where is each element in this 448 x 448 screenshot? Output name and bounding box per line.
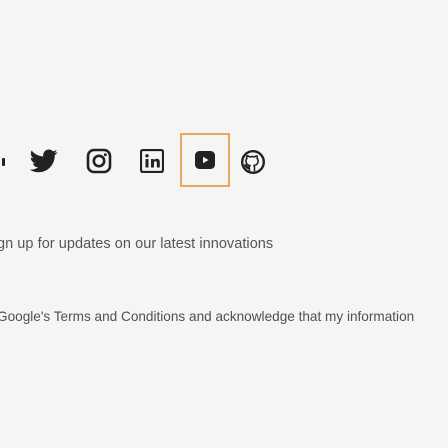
newsletter-signup-text: gn up for updates on our latest innovati… bbox=[0, 236, 274, 252]
social-links-row bbox=[0, 133, 448, 187]
partial-social-icon[interactable] bbox=[0, 155, 8, 169]
twitter-icon[interactable] bbox=[30, 149, 58, 173]
terms-acknowledgement-text: Google's Terms and Conditions and acknow… bbox=[0, 309, 415, 324]
instagram-icon[interactable] bbox=[86, 148, 112, 174]
page: gn up for updates on our latest innovati… bbox=[0, 0, 448, 448]
linkedin-icon[interactable] bbox=[140, 149, 164, 173]
youtube-icon[interactable] bbox=[180, 133, 230, 187]
github-icon[interactable] bbox=[240, 149, 266, 175]
